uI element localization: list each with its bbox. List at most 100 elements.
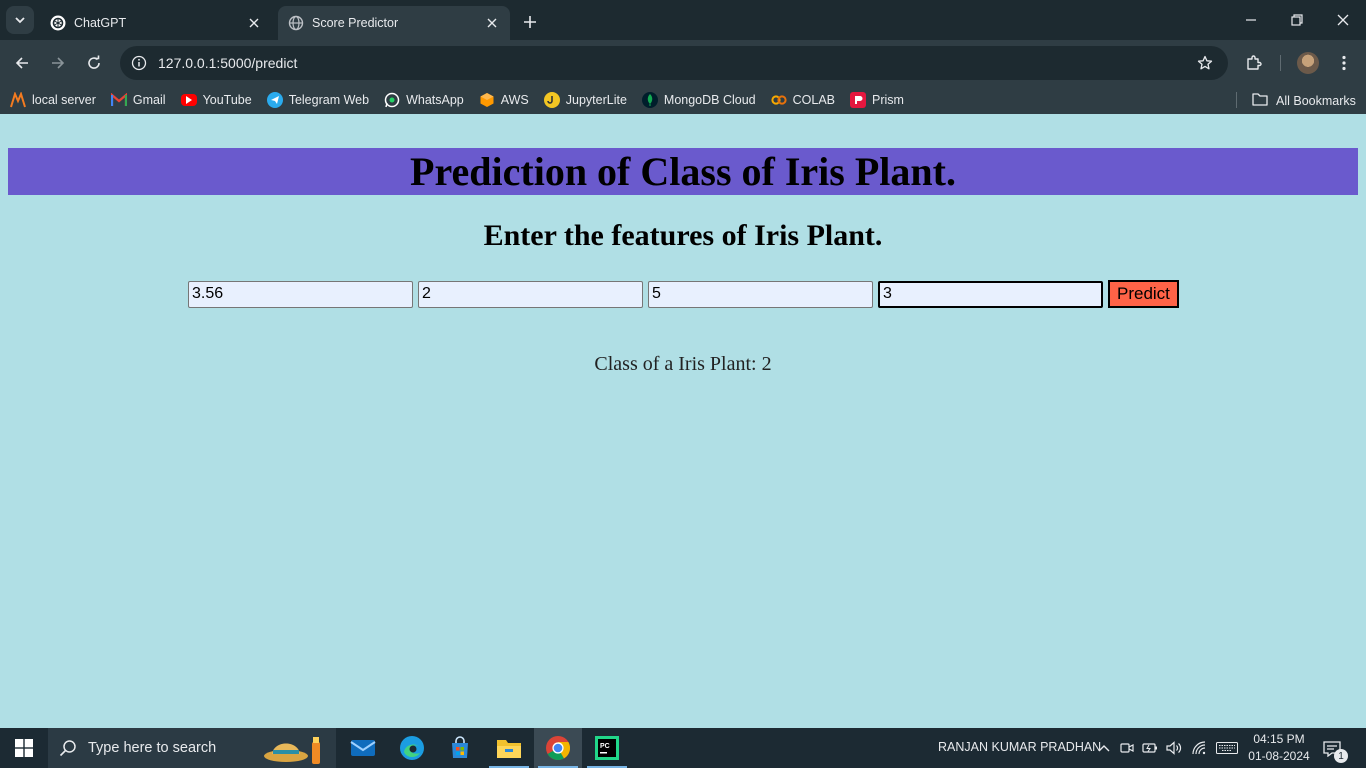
restore-button[interactable] bbox=[1274, 0, 1320, 40]
meet-now-icon[interactable] bbox=[1117, 738, 1137, 758]
chrome-icon bbox=[546, 736, 571, 761]
mongodb-icon bbox=[641, 92, 658, 108]
aws-icon bbox=[479, 92, 495, 108]
reload-icon bbox=[88, 55, 100, 69]
taskbar-search[interactable]: Type here to search bbox=[48, 728, 336, 768]
battery-icon[interactable] bbox=[1140, 738, 1160, 758]
page-title: Prediction of Class of Iris Plant. bbox=[410, 149, 956, 194]
minimize-icon bbox=[1246, 19, 1256, 21]
pycharm-app[interactable]: PC bbox=[583, 728, 631, 768]
predict-button[interactable]: Predict bbox=[1108, 280, 1179, 308]
feature-input-4[interactable] bbox=[878, 280, 1103, 308]
arrow-left-icon bbox=[15, 57, 28, 69]
tab-search-button[interactable] bbox=[6, 6, 34, 34]
back-button[interactable] bbox=[8, 49, 36, 77]
windows-logo-icon bbox=[15, 739, 33, 757]
telegram-icon bbox=[266, 92, 283, 108]
bookmark-whatsapp[interactable]: WhatsApp bbox=[384, 92, 464, 108]
clock-date: 01-08-2024 bbox=[1248, 749, 1310, 763]
page-subtitle: Enter the features of Iris Plant. bbox=[483, 219, 883, 252]
feature-input-3[interactable] bbox=[648, 280, 873, 308]
bookmark-mongodb-cloud[interactable]: MongoDB Cloud bbox=[641, 92, 756, 108]
tab-score-predictor[interactable]: Score Predictor bbox=[278, 6, 510, 40]
edge-app[interactable] bbox=[388, 728, 436, 768]
bookmark-youtube[interactable]: YouTube bbox=[180, 93, 252, 107]
bookmark-prism[interactable]: Prism bbox=[850, 92, 904, 108]
minimize-button[interactable] bbox=[1228, 0, 1274, 40]
reload-button[interactable] bbox=[80, 49, 108, 77]
clock-time: 04:15 PM bbox=[1253, 732, 1305, 746]
avatar bbox=[1297, 52, 1319, 74]
all-bookmarks-button[interactable]: All Bookmarks bbox=[1252, 92, 1356, 109]
notification-center-button[interactable]: 1 bbox=[1320, 738, 1348, 763]
bookmark-aws[interactable]: AWS bbox=[479, 92, 529, 108]
bookmark-label: WhatsApp bbox=[406, 93, 464, 107]
plus-icon bbox=[524, 16, 536, 28]
bookmark-local-server[interactable]: local server bbox=[10, 92, 96, 108]
folder-icon bbox=[1252, 92, 1268, 109]
store-icon bbox=[452, 736, 468, 758]
browser-tab-strip: ChatGPT Score Predictor bbox=[0, 0, 1366, 40]
feature-input-2[interactable] bbox=[418, 280, 643, 308]
extensions-button[interactable] bbox=[1240, 49, 1268, 77]
bookmark-jupyterlite[interactable]: JupyterLite bbox=[543, 92, 627, 108]
search-placeholder: Type here to search bbox=[88, 740, 217, 756]
whatsapp-icon bbox=[384, 92, 400, 108]
page-content: Prediction of Class of Iris Plant. Enter… bbox=[0, 121, 1366, 728]
browser-toolbar: 127.0.0.1:5000/predict bbox=[0, 40, 1366, 86]
new-tab-button[interactable] bbox=[518, 10, 542, 34]
pycharm-icon: PC bbox=[595, 736, 619, 760]
close-icon[interactable] bbox=[246, 15, 262, 31]
close-icon bbox=[1337, 14, 1349, 26]
mail-icon bbox=[350, 740, 376, 756]
windows-taskbar: Type here to search PC RANJAN KUMAR PRAD… bbox=[0, 728, 1366, 768]
mail-app[interactable] bbox=[339, 728, 387, 768]
store-app[interactable] bbox=[436, 728, 484, 768]
bookmark-telegram-web[interactable]: Telegram Web bbox=[266, 92, 370, 108]
feature-input-1[interactable] bbox=[188, 280, 413, 308]
site-info-icon[interactable] bbox=[122, 46, 156, 80]
search-icon bbox=[48, 739, 88, 757]
bookmark-star-icon[interactable] bbox=[1188, 46, 1222, 80]
youtube-icon bbox=[180, 94, 197, 106]
taskbar-clock[interactable]: 04:15 PM 01-08-2024 bbox=[1244, 731, 1314, 765]
bookmark-gmail[interactable]: Gmail bbox=[110, 92, 166, 108]
signed-in-user: RANJAN KUMAR PRADHAN bbox=[938, 740, 1102, 754]
globe-icon bbox=[288, 15, 304, 31]
bookmark-label: COLAB bbox=[792, 93, 836, 107]
chrome-app[interactable] bbox=[534, 728, 582, 768]
bookmark-label: local server bbox=[32, 93, 96, 107]
bookmark-label: Gmail bbox=[132, 93, 166, 107]
forward-button[interactable] bbox=[44, 49, 72, 77]
network-icon[interactable] bbox=[1190, 738, 1210, 758]
url-text[interactable]: 127.0.0.1:5000/predict bbox=[158, 55, 1188, 71]
address-bar[interactable]: 127.0.0.1:5000/predict bbox=[120, 46, 1228, 80]
bookmarks-bar: local server Gmail YouTube Telegram Web … bbox=[0, 86, 1366, 114]
show-hidden-icons-button[interactable] bbox=[1094, 738, 1114, 758]
keyboard-icon[interactable] bbox=[1215, 738, 1239, 758]
file-explorer-app[interactable] bbox=[485, 728, 533, 768]
bookmark-colab[interactable]: COLAB bbox=[771, 92, 835, 108]
notification-count-badge: 1 bbox=[1334, 749, 1348, 763]
chatgpt-icon bbox=[50, 15, 66, 31]
arrow-right-icon bbox=[52, 57, 65, 69]
menu-button[interactable] bbox=[1330, 49, 1358, 77]
bookmark-label: Prism bbox=[872, 93, 904, 107]
bookmark-label: MongoDB Cloud bbox=[663, 93, 756, 107]
prism-icon bbox=[850, 92, 867, 108]
profile-button[interactable] bbox=[1294, 49, 1322, 77]
tab-title: ChatGPT bbox=[74, 16, 127, 30]
volume-icon[interactable] bbox=[1164, 738, 1184, 758]
jupyter-icon bbox=[543, 92, 560, 108]
feature-form: Predict bbox=[188, 280, 1179, 308]
close-icon[interactable] bbox=[484, 15, 500, 31]
close-window-button[interactable] bbox=[1320, 0, 1366, 40]
gmail-icon bbox=[110, 92, 127, 108]
all-bookmarks-label: All Bookmarks bbox=[1276, 93, 1356, 108]
restore-icon bbox=[1291, 14, 1303, 26]
tab-chatgpt[interactable]: ChatGPT bbox=[40, 6, 272, 40]
title-banner: Prediction of Class of Iris Plant. bbox=[8, 148, 1358, 195]
bookmark-label: Telegram Web bbox=[288, 93, 370, 107]
puzzle-icon bbox=[1247, 55, 1262, 70]
start-button[interactable] bbox=[0, 728, 48, 768]
